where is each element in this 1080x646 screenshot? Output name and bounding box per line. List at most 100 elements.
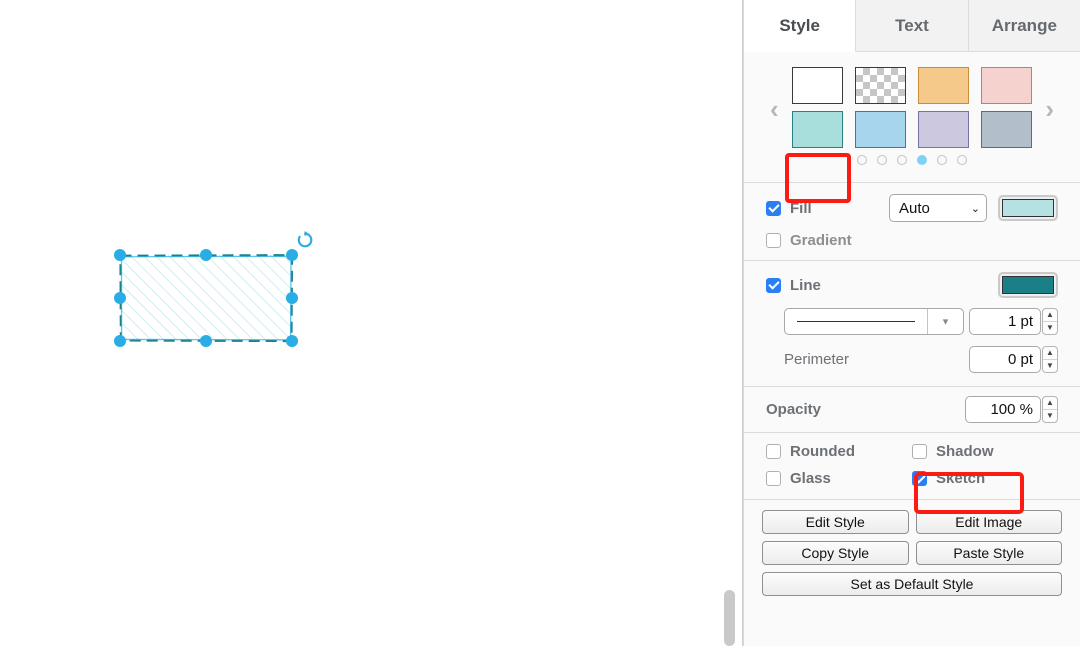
fill-checkbox[interactable] bbox=[766, 200, 781, 216]
toggle-sketch[interactable]: Sketch bbox=[912, 470, 1058, 487]
resize-handle-s[interactable] bbox=[200, 335, 212, 347]
fill-mode-select[interactable]: Auto ⌄ bbox=[889, 194, 987, 222]
toggle-shadow[interactable]: Shadow bbox=[912, 443, 1058, 460]
line-style-select[interactable]: ▾ bbox=[784, 308, 964, 335]
rounded-checkbox[interactable] bbox=[766, 444, 781, 459]
chevron-left-icon[interactable]: ‹ bbox=[770, 94, 779, 125]
stepper-up-icon[interactable]: ▲ bbox=[1043, 309, 1057, 322]
resize-handle-n[interactable] bbox=[200, 249, 212, 261]
perimeter-value: 0 pt bbox=[1007, 351, 1033, 368]
button-row-3: Set as Default Style bbox=[762, 572, 1062, 596]
paste-style-button[interactable]: Paste Style bbox=[915, 541, 1062, 565]
fill-label: Fill bbox=[790, 199, 812, 217]
fill-mode-value: Auto bbox=[899, 199, 930, 217]
line-checkbox[interactable] bbox=[766, 277, 781, 293]
selected-shape[interactable] bbox=[114, 249, 298, 347]
fill-color-well[interactable] bbox=[998, 195, 1058, 221]
inspector-panel: Style Text Arrange ‹ › Fill Auto ⌄ Gradi… bbox=[744, 0, 1080, 646]
canvas-vertical-scrollbar[interactable] bbox=[724, 0, 735, 646]
style-swatch-blue[interactable] bbox=[855, 111, 906, 148]
chevron-down-icon: ⌄ bbox=[970, 202, 980, 215]
tab-text-label: Text bbox=[895, 15, 929, 35]
line-section: Line ▾ 1 pt ▲ ▼ Perimeter 0 pt ▲ ▼ bbox=[744, 261, 1080, 387]
glass-checkbox[interactable] bbox=[766, 471, 781, 486]
tab-arrange-label: Arrange bbox=[991, 15, 1057, 35]
opacity-field[interactable]: 100 % bbox=[965, 396, 1041, 423]
glass-label: Glass bbox=[790, 470, 831, 487]
shadow-checkbox[interactable] bbox=[912, 444, 927, 459]
chevron-right-icon[interactable]: › bbox=[1045, 94, 1054, 125]
opacity-row: Opacity 100 % ▲ ▼ bbox=[744, 393, 1080, 426]
line-label: Line bbox=[790, 276, 821, 294]
style-swatch-slate[interactable] bbox=[981, 111, 1032, 148]
toggle-rounded[interactable]: Rounded bbox=[766, 443, 912, 460]
chevron-down-icon[interactable]: ▾ bbox=[927, 309, 963, 334]
stepper-down-icon[interactable]: ▼ bbox=[1043, 360, 1057, 372]
gallery-page-dots bbox=[744, 155, 1080, 165]
line-width-value: 1 pt bbox=[1007, 313, 1033, 330]
resize-handle-se[interactable] bbox=[286, 335, 298, 347]
resize-handle-nw[interactable] bbox=[114, 249, 126, 261]
gallery-dot-1[interactable] bbox=[857, 155, 867, 165]
style-swatch-row-2 bbox=[792, 111, 1032, 148]
gallery-dot-5[interactable] bbox=[937, 155, 947, 165]
gradient-checkbox[interactable] bbox=[766, 233, 781, 248]
perimeter-stepper[interactable]: ▲ ▼ bbox=[1042, 346, 1058, 373]
gallery-dot-2[interactable] bbox=[877, 155, 887, 165]
rotate-icon[interactable] bbox=[295, 230, 315, 250]
button-row-1: Edit Style Edit Image bbox=[762, 510, 1062, 534]
rounded-label: Rounded bbox=[790, 443, 855, 460]
gallery-dot-3[interactable] bbox=[897, 155, 907, 165]
tab-arrange[interactable]: Arrange bbox=[968, 0, 1080, 52]
set-default-style-button[interactable]: Set as Default Style bbox=[762, 572, 1062, 596]
opacity-stepper[interactable]: ▲ ▼ bbox=[1042, 396, 1058, 423]
perimeter-label: Perimeter bbox=[784, 351, 850, 368]
fill-row: Fill Auto ⌄ bbox=[744, 191, 1080, 225]
style-swatch-pink[interactable] bbox=[981, 67, 1032, 104]
stepper-up-icon[interactable]: ▲ bbox=[1043, 397, 1057, 410]
line-color-well[interactable] bbox=[998, 272, 1058, 298]
shadow-label: Shadow bbox=[936, 443, 994, 460]
gradient-label: Gradient bbox=[790, 232, 852, 249]
edit-image-button[interactable]: Edit Image bbox=[915, 510, 1062, 534]
style-swatch-white[interactable] bbox=[792, 67, 843, 104]
opacity-section: Opacity 100 % ▲ ▼ bbox=[744, 387, 1080, 433]
copy-style-button[interactable]: Copy Style bbox=[762, 541, 909, 565]
style-swatch-grid bbox=[792, 67, 1032, 148]
opacity-value: 100 % bbox=[990, 401, 1033, 418]
resize-handle-w[interactable] bbox=[114, 292, 126, 304]
line-width-stepper[interactable]: ▲ ▼ bbox=[1042, 308, 1058, 335]
resize-handle-e[interactable] bbox=[286, 292, 298, 304]
gallery-dot-4[interactable] bbox=[917, 155, 927, 165]
line-style-row: ▾ 1 pt ▲ ▼ bbox=[744, 301, 1080, 338]
drawing-canvas[interactable] bbox=[0, 0, 744, 646]
resize-handle-ne[interactable] bbox=[286, 249, 298, 261]
button-row-2: Copy Style Paste Style bbox=[762, 541, 1062, 565]
toggle-glass[interactable]: Glass bbox=[766, 470, 912, 487]
fill-section: Fill Auto ⌄ Gradient bbox=[744, 183, 1080, 261]
perimeter-field[interactable]: 0 pt bbox=[969, 346, 1041, 373]
sketch-label: Sketch bbox=[936, 470, 986, 487]
stepper-down-icon[interactable]: ▼ bbox=[1043, 410, 1057, 422]
gradient-row: Gradient bbox=[744, 225, 1080, 252]
tab-style[interactable]: Style bbox=[744, 0, 857, 52]
edit-style-button[interactable]: Edit Style bbox=[762, 510, 909, 534]
scrollbar-thumb[interactable] bbox=[724, 590, 735, 646]
inspector-tabs: Style Text Arrange bbox=[744, 0, 1080, 52]
resize-handle-sw[interactable] bbox=[114, 335, 126, 347]
stepper-down-icon[interactable]: ▼ bbox=[1043, 322, 1057, 334]
gallery-dot-6[interactable] bbox=[957, 155, 967, 165]
tab-text[interactable]: Text bbox=[856, 0, 969, 52]
perimeter-row: Perimeter 0 pt ▲ ▼ bbox=[744, 338, 1080, 376]
sketch-checkbox[interactable] bbox=[912, 471, 927, 486]
style-swatch-purple[interactable] bbox=[918, 111, 969, 148]
style-swatch-transparent[interactable] bbox=[855, 67, 906, 104]
line-width-field[interactable]: 1 pt bbox=[969, 308, 1041, 335]
line-style-preview bbox=[797, 321, 915, 322]
app-root: Style Text Arrange ‹ › Fill Auto ⌄ Gradi… bbox=[0, 0, 1080, 646]
style-swatch-orange[interactable] bbox=[918, 67, 969, 104]
style-gallery: ‹ › bbox=[744, 52, 1080, 203]
stepper-up-icon[interactable]: ▲ bbox=[1043, 347, 1057, 360]
style-swatch-teal[interactable] bbox=[792, 111, 843, 148]
opacity-label: Opacity bbox=[766, 401, 822, 418]
